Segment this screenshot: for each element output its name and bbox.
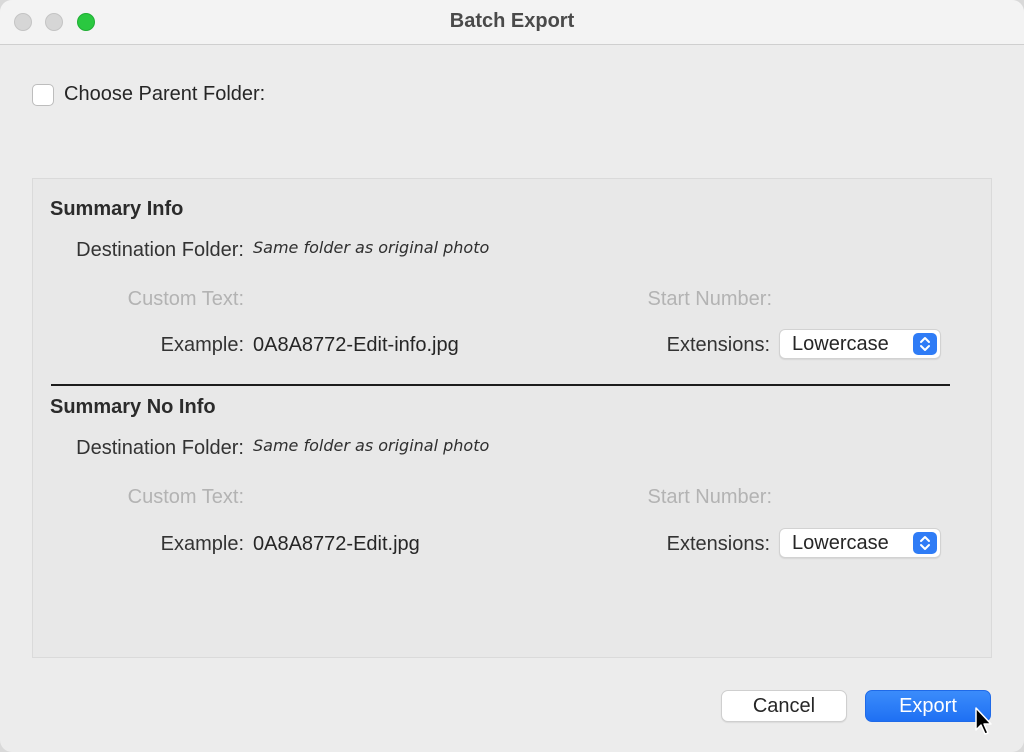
batch-export-dialog: Batch Export Choose Parent Folder: Summa… — [0, 0, 1024, 752]
chevron-up-down-icon — [913, 532, 937, 554]
extensions-select-value: Lowercase — [792, 532, 889, 554]
example-label: Example: — [160, 533, 244, 555]
section-title-summary-no-info: Summary No Info — [50, 396, 216, 418]
export-button[interactable]: Export — [865, 690, 991, 722]
extensions-select[interactable]: Lowercase — [779, 329, 941, 359]
section-title-summary-info: Summary Info — [50, 198, 184, 220]
start-number-label: Start Number: — [647, 486, 772, 508]
destination-folder-label: Destination Folder: — [76, 437, 244, 459]
example-label: Example: — [160, 334, 244, 356]
choose-parent-folder-label[interactable]: Choose Parent Folder: — [64, 83, 265, 106]
extensions-label: Extensions: — [666, 334, 770, 356]
section-divider — [51, 384, 950, 386]
extensions-select[interactable]: Lowercase — [779, 528, 941, 558]
destination-folder-value: Same folder as original photo — [253, 238, 490, 257]
window-title: Batch Export — [449, 10, 575, 32]
destination-folder-label: Destination Folder: — [76, 239, 244, 261]
cancel-button[interactable]: Cancel — [721, 690, 847, 722]
example-value: 0A8A8772-Edit-info.jpg — [253, 334, 459, 356]
extensions-label: Extensions: — [666, 533, 770, 555]
custom-text-label: Custom Text: — [127, 288, 244, 310]
example-value: 0A8A8772-Edit.jpg — [253, 533, 420, 555]
chevron-up-down-icon — [913, 333, 937, 355]
destination-folder-value: Same folder as original photo — [253, 436, 490, 455]
summary-panel: Summary Info Destination Folder: Same fo… — [32, 178, 992, 658]
title-bar: Batch Export — [0, 0, 1024, 45]
choose-parent-folder-checkbox[interactable] — [32, 84, 54, 106]
custom-text-label: Custom Text: — [127, 486, 244, 508]
extensions-select-value: Lowercase — [792, 333, 889, 355]
mouse-pointer-icon — [974, 706, 994, 736]
start-number-label: Start Number: — [647, 288, 772, 310]
